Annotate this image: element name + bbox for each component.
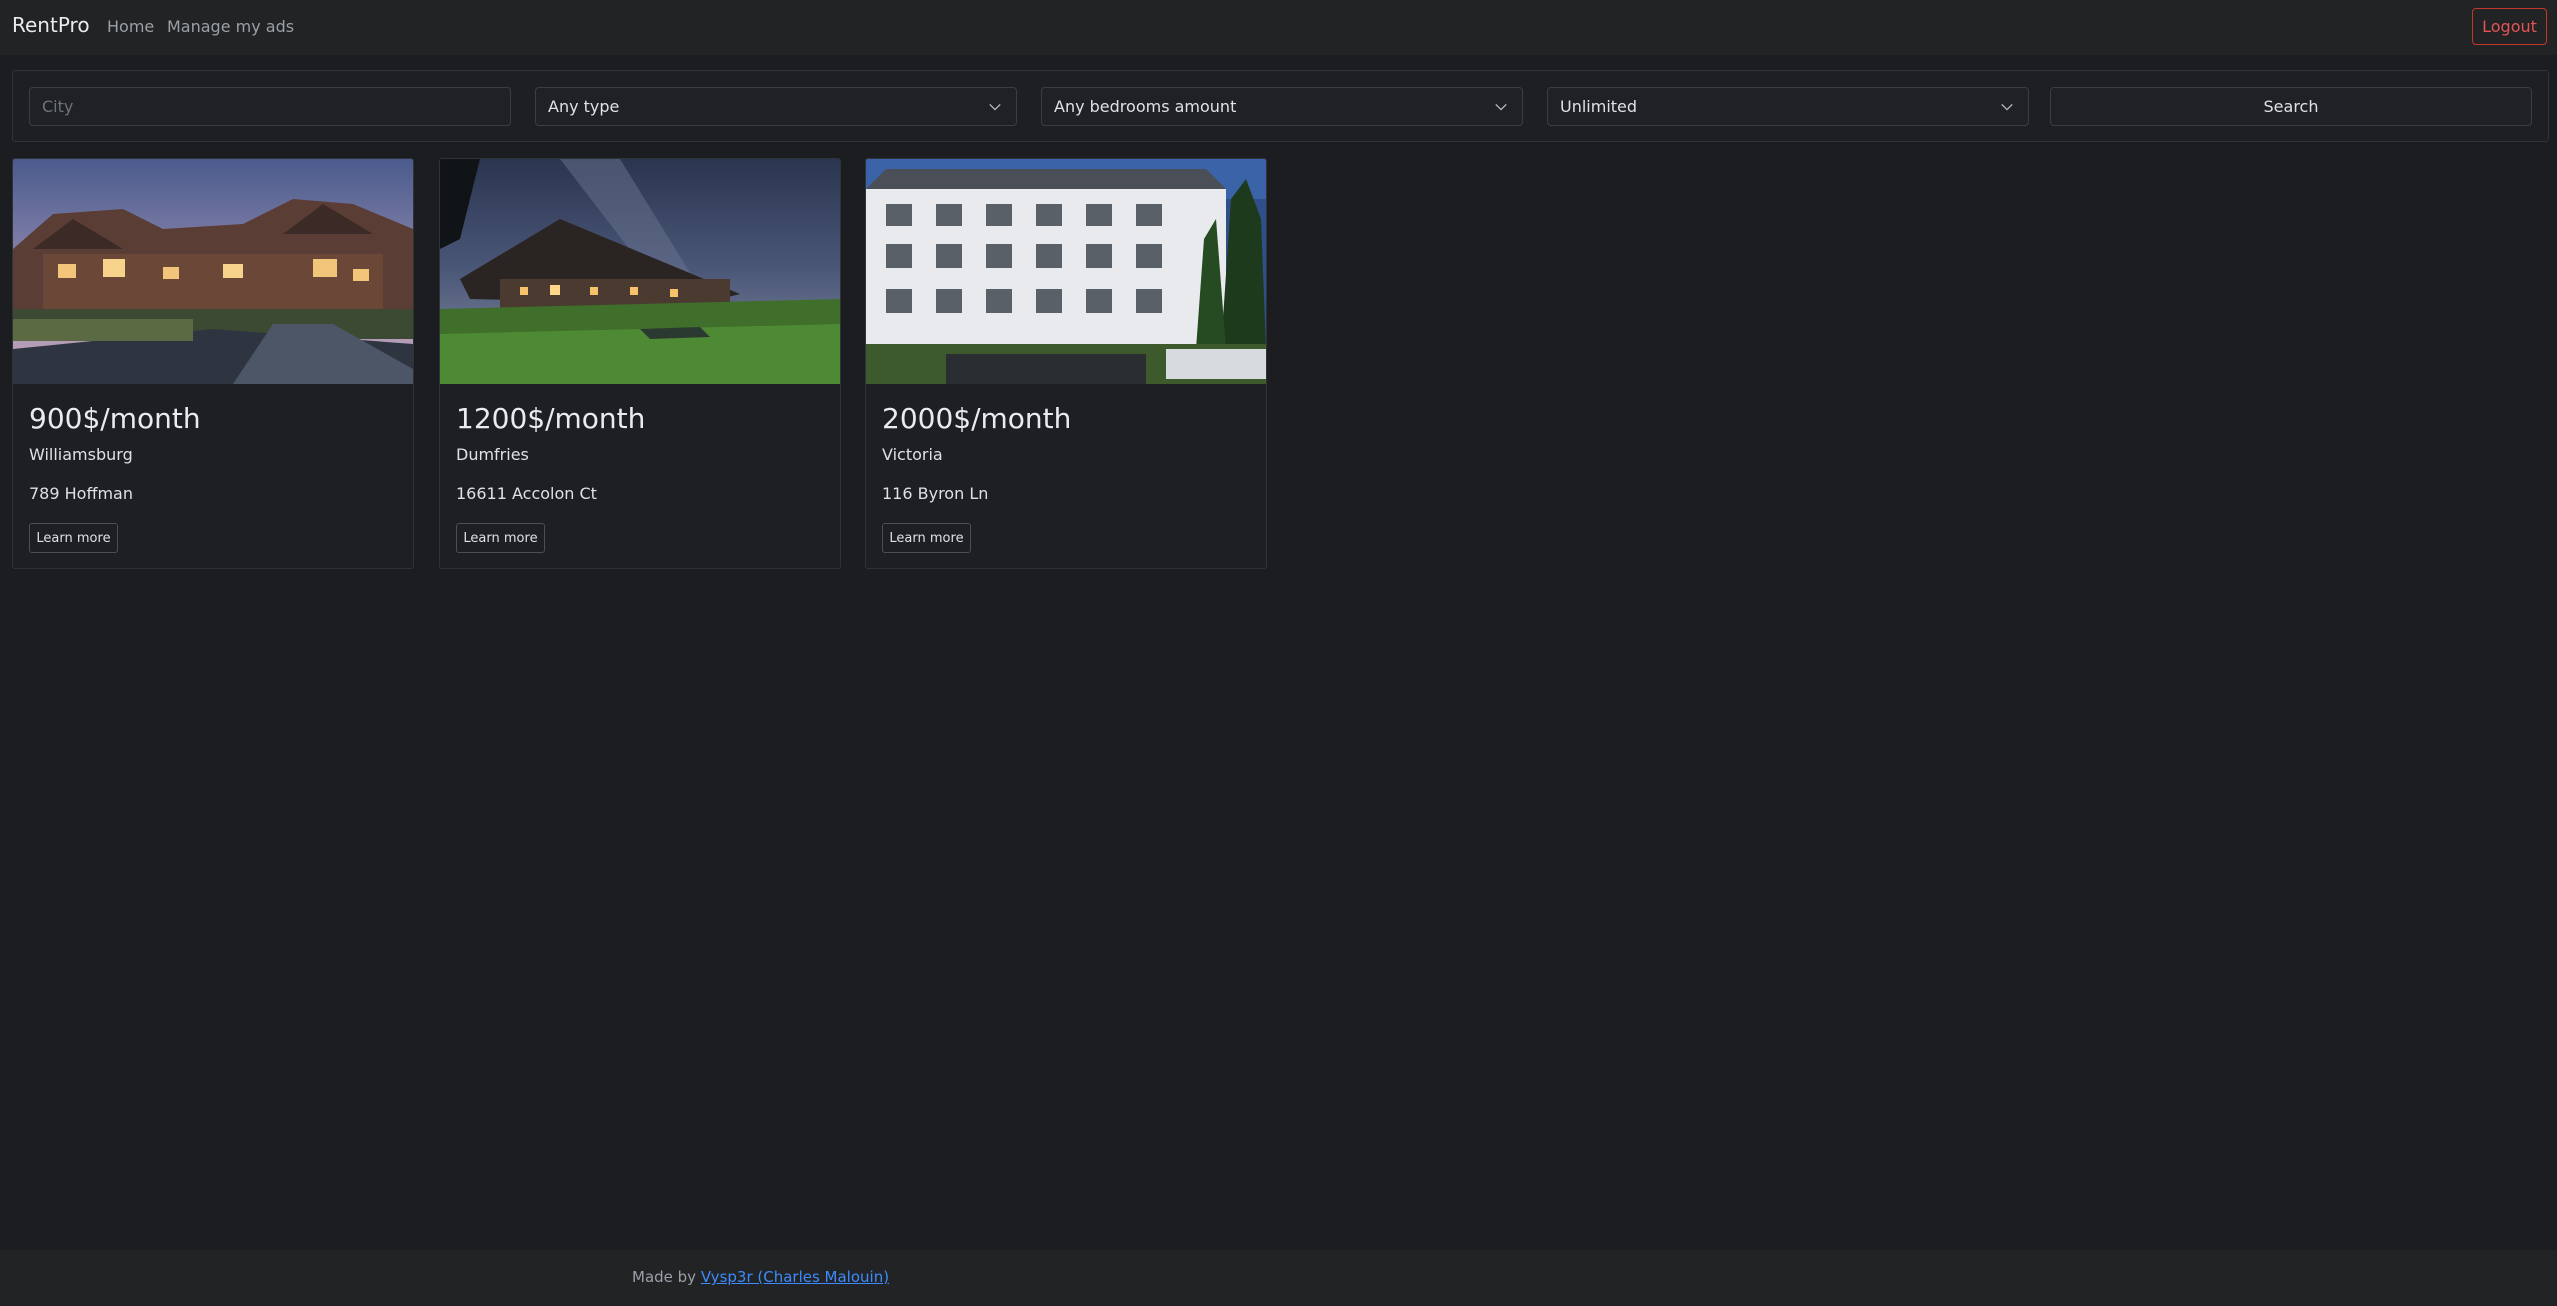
listing-card: 2000$/month Victoria 116 Byron Ln Learn …: [865, 158, 1267, 569]
listing-city: Victoria: [882, 445, 943, 464]
chevron-down-icon: [1495, 103, 1507, 111]
author-link[interactable]: Vysp3r (Charles Malouin): [701, 1268, 889, 1286]
listing-card: 900$/month Williamsburg 789 Hoffman Lear…: [12, 158, 414, 569]
bedrooms-value: Any bedrooms amount: [1054, 97, 1237, 116]
listing-price: 1200$/month: [456, 402, 646, 435]
search-button[interactable]: Search: [2050, 87, 2532, 126]
listing-price: 900$/month: [29, 402, 201, 435]
listing-photo: [866, 159, 1266, 384]
listing-city: Williamsburg: [29, 445, 133, 464]
listing-address: 116 Byron Ln: [882, 484, 989, 503]
chevron-down-icon: [989, 103, 1001, 111]
city-field[interactable]: [29, 87, 511, 126]
footer-prefix: Made by: [632, 1268, 701, 1286]
listing-address: 789 Hoffman: [29, 484, 133, 503]
nav-home-link[interactable]: Home: [107, 17, 154, 36]
property-type-select[interactable]: Any type: [535, 87, 1017, 126]
brand-logo[interactable]: RentPro: [12, 13, 90, 37]
listing-city: Dumfries: [456, 445, 529, 464]
nav-manage-ads-link[interactable]: Manage my ads: [167, 17, 294, 36]
learn-more-button[interactable]: Learn more: [29, 523, 118, 553]
listing-address: 16611 Accolon Ct: [456, 484, 597, 503]
listing-card: 1200$/month Dumfries 16611 Accolon Ct Le…: [439, 158, 841, 569]
learn-more-button[interactable]: Learn more: [882, 523, 971, 553]
listing-photo: [13, 159, 413, 384]
property-type-value: Any type: [548, 97, 620, 116]
navbar: RentPro Home Manage my ads Logout: [0, 0, 2557, 55]
max-price-value: Unlimited: [1560, 97, 1638, 116]
max-price-select[interactable]: Unlimited: [1547, 87, 2029, 126]
listing-photo: [440, 159, 840, 384]
logout-button[interactable]: Logout: [2472, 8, 2547, 45]
chevron-down-icon: [2001, 103, 2013, 111]
footer-credit: Made by Vysp3r (Charles Malouin): [632, 1268, 889, 1286]
search-filter-panel: Any type Any bedrooms amount Unlimited S…: [12, 70, 2549, 142]
footer: Made by Vysp3r (Charles Malouin): [0, 1250, 2557, 1306]
learn-more-button[interactable]: Learn more: [456, 523, 545, 553]
listing-price: 2000$/month: [882, 402, 1072, 435]
city-input[interactable]: [42, 88, 510, 125]
bedrooms-select[interactable]: Any bedrooms amount: [1041, 87, 1523, 126]
